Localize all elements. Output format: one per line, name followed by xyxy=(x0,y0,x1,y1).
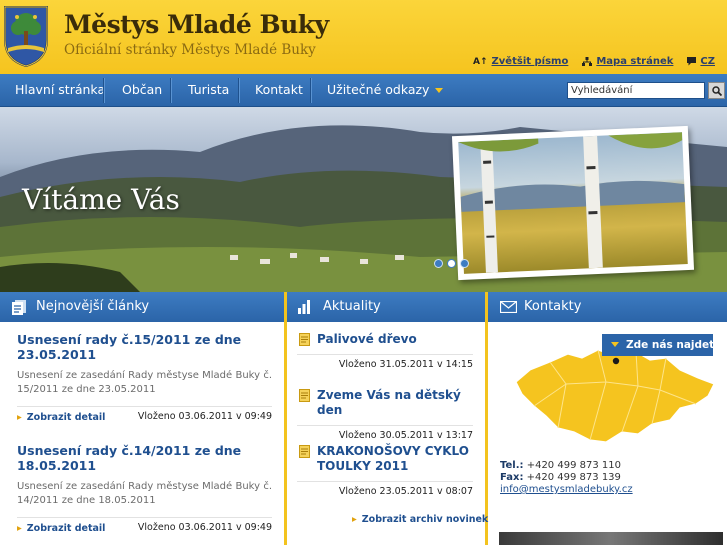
chevron-down-icon xyxy=(435,88,444,93)
header-toolbar: A↑ Zvětšit písmo Mapa stránek CZ xyxy=(473,56,715,67)
fax-label: Fax: xyxy=(500,472,524,483)
show-detail-label: Zobrazit detail xyxy=(26,412,106,423)
contacts-heading: Kontakty xyxy=(488,292,727,322)
main-navigation: Hlavní stránka Občan Turista Kontakt Uži… xyxy=(0,74,727,107)
sitemap-icon xyxy=(582,57,593,66)
news-date-row: Vloženo 30.05.2011 v 13:17 xyxy=(297,425,473,441)
fax-value: +420 499 873 139 xyxy=(526,472,621,483)
article-perex: Usnesení ze zasedání Rady městyse Mladé … xyxy=(17,370,272,395)
find-us-label: Zde nás najdete xyxy=(626,339,722,351)
site-title[interactable]: Městys Mladé Buky xyxy=(64,10,329,39)
chevron-down-icon xyxy=(611,342,619,347)
article-date: Vloženo 03.06.2011 v 09:49 xyxy=(137,411,272,422)
news-title[interactable]: Palivové dřevo xyxy=(297,332,473,347)
news-title-label: Palivové dřevo xyxy=(317,332,417,346)
tel-label: Tel.: xyxy=(500,460,524,471)
article-item: Usnesení rady č.15/2011 ze dne 23.05.201… xyxy=(17,332,272,423)
nav-item-contact[interactable]: Kontakt xyxy=(255,74,303,107)
slide-dot[interactable] xyxy=(434,259,443,268)
signal-icon xyxy=(298,300,310,314)
tel-value: +420 499 873 110 xyxy=(526,460,621,471)
arrow-right-icon: ▸ xyxy=(17,523,22,534)
nav-item-home[interactable]: Hlavní stránka xyxy=(15,74,105,107)
news-archive-label: Zobrazit archiv novinek xyxy=(361,514,489,525)
hero-title: Vítáme Vás xyxy=(22,183,180,216)
news-date-row: Vloženo 31.05.2011 v 14:15 xyxy=(297,354,473,370)
arrow-right-icon: ▸ xyxy=(352,514,357,525)
search-input[interactable] xyxy=(567,82,705,99)
news-date: Vloženo 31.05.2011 v 14:15 xyxy=(338,359,473,370)
news-date: Vloženo 23.05.2011 v 08:07 xyxy=(338,486,473,497)
nav-item-useful-links[interactable]: Užitečné odkazy xyxy=(327,74,444,107)
arrow-right-icon: ▸ xyxy=(17,412,22,423)
search-icon xyxy=(711,85,722,96)
article-footer: ▸ Zobrazit detail Vloženo 03.06.2011 v 09… xyxy=(17,406,272,423)
news-archive-link[interactable]: ▸ Zobrazit archiv novinek xyxy=(352,514,488,525)
nav-item-useful-links-label: Užitečné odkazy xyxy=(327,82,430,97)
show-detail-label: Zobrazit detail xyxy=(26,523,106,534)
news-title[interactable]: Zveme Vás na dětský den xyxy=(297,388,473,418)
town-crest-logo[interactable] xyxy=(2,4,50,68)
nav-divider xyxy=(238,78,239,103)
slide-dot-active[interactable] xyxy=(447,259,456,268)
hero-photo-frame xyxy=(451,125,695,281)
articles-heading-label: Nejnovější články xyxy=(36,299,150,314)
nav-item-tourist[interactable]: Turista xyxy=(188,74,229,107)
show-detail-link[interactable]: ▸ Zobrazit detail xyxy=(17,412,105,423)
envelope-icon xyxy=(500,301,517,313)
contacts-photo-strip xyxy=(499,532,723,545)
find-us-button[interactable]: Zde nás najdete xyxy=(602,334,721,356)
article-perex: Usnesení ze zasedání Rady městyse Mladé … xyxy=(17,481,272,506)
slider-pagination xyxy=(434,259,469,268)
speech-bubble-icon xyxy=(687,57,697,66)
nav-item-citizen[interactable]: Občan xyxy=(122,74,162,107)
sitemap-link[interactable]: Mapa stránek xyxy=(582,56,673,67)
news-item: Palivové dřevo Vloženo 31.05.2011 v 14:1… xyxy=(297,332,473,370)
news-item: Zveme Vás na dětský den Vloženo 30.05.20… xyxy=(297,388,473,441)
news-heading-label: Aktuality xyxy=(323,299,381,314)
article-date: Vloženo 03.06.2011 v 09:49 xyxy=(137,522,272,533)
news-title[interactable]: KRAKONOŠOVY CYKLO TOULKY 2011 xyxy=(297,444,473,474)
language-label[interactable]: CZ xyxy=(700,56,715,67)
note-icon xyxy=(299,333,310,346)
font-size-icon: A↑ xyxy=(473,56,488,67)
news-date: Vloženo 30.05.2011 v 13:17 xyxy=(338,430,473,441)
news-date-row: Vloženo 23.05.2011 v 08:07 xyxy=(297,481,473,497)
site-header: Městys Mladé Buky Oficiální stránky Měst… xyxy=(0,0,727,74)
nav-divider xyxy=(310,78,311,103)
article-footer: ▸ Zobrazit detail Vloženo 03.06.2011 v 09… xyxy=(17,517,272,534)
hero-banner: Vítáme Vás xyxy=(0,107,727,292)
font-size-label[interactable]: Zvětšit písmo xyxy=(492,56,569,67)
news-title-label: Zveme Vás na dětský den xyxy=(317,388,461,417)
note-icon xyxy=(299,445,310,458)
sitemap-label[interactable]: Mapa stránek xyxy=(596,56,673,67)
contact-details: Tel.: +420 499 873 110 Fax: +420 499 873… xyxy=(500,460,633,496)
contacts-heading-label: Kontakty xyxy=(524,299,582,314)
nav-divider xyxy=(170,78,171,103)
note-icon xyxy=(299,389,310,402)
article-item: Usnesení rady č.14/2011 ze dne 18.05.201… xyxy=(17,443,272,534)
font-size-link[interactable]: A↑ Zvětšit písmo xyxy=(473,56,568,67)
site-subtitle: Oficiální stránky Městys Mladé Buky xyxy=(64,42,316,58)
article-title[interactable]: Usnesení rady č.14/2011 ze dne 18.05.201… xyxy=(17,443,272,473)
articles-heading: Nejnovější články xyxy=(0,292,284,322)
news-title-label: KRAKONOŠOVY CYKLO TOULKY 2011 xyxy=(317,444,469,473)
birch-field-photo xyxy=(458,132,688,274)
search-button[interactable] xyxy=(708,82,725,99)
news-heading: Aktuality xyxy=(287,292,485,322)
article-title[interactable]: Usnesení rady č.15/2011 ze dne 23.05.201… xyxy=(17,332,272,362)
language-link[interactable]: CZ xyxy=(687,56,715,67)
slide-dot[interactable] xyxy=(460,259,469,268)
nav-divider xyxy=(103,78,104,103)
email-link[interactable]: info@mestysmladebuky.cz xyxy=(500,484,633,495)
documents-icon xyxy=(12,300,26,315)
news-item: KRAKONOŠOVY CYKLO TOULKY 2011 Vloženo 23… xyxy=(297,444,473,497)
show-detail-link[interactable]: ▸ Zobrazit detail xyxy=(17,523,105,534)
